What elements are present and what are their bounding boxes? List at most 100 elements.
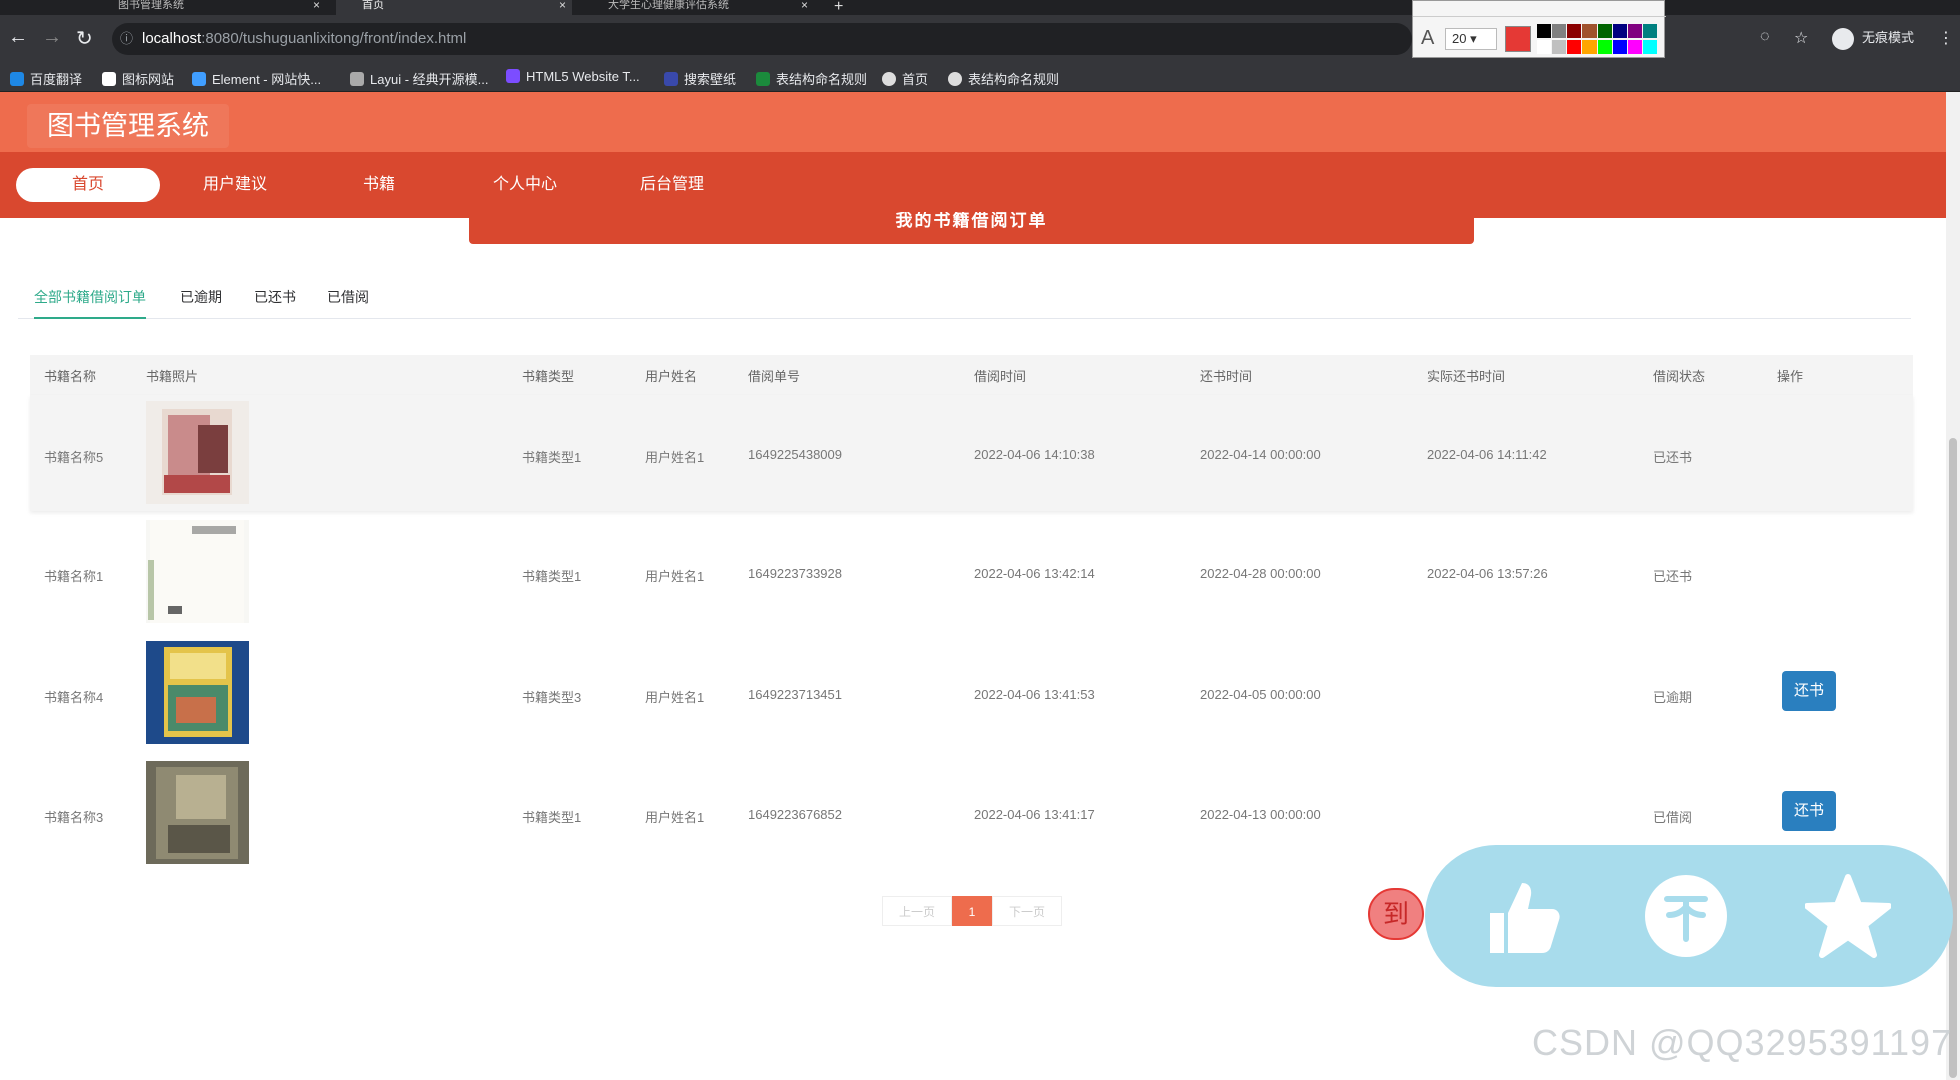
- table-header: 书籍名称 书籍照片 书籍类型 用户姓名 借阅单号 借阅时间 还书时间 实际还书时…: [30, 355, 1913, 395]
- html5-icon: [506, 69, 520, 83]
- col-header: 书籍类型: [522, 369, 575, 384]
- current-color-swatch[interactable]: [1505, 26, 1531, 52]
- tab-label: 大学生心理健康评估系统: [608, 0, 729, 11]
- bookmark-item[interactable]: 搜索壁纸: [664, 69, 736, 88]
- bookmark-item[interactable]: 百度翻译: [10, 69, 82, 88]
- annotation-tool-icons[interactable]: [1413, 1, 1666, 17]
- tab-borrowed[interactable]: 已借阅: [327, 284, 369, 319]
- close-icon[interactable]: ×: [559, 0, 566, 11]
- incognito-indicator[interactable]: 无痕模式: [1832, 24, 1914, 52]
- due-time: 2022-04-28 00:00:00: [1200, 566, 1321, 581]
- globe-icon: [948, 72, 962, 86]
- book-type: 书籍类型1: [522, 569, 582, 584]
- tab-label: 图书管理系统: [118, 0, 184, 11]
- back-icon[interactable]: ←: [8, 26, 28, 49]
- watermark-text: CSDN @QQ3295391197: [1532, 1022, 1953, 1063]
- page-subtitle-bar: 我的书籍借阅订单: [469, 212, 1474, 244]
- actual-return-time: 2022-04-06 14:11:42: [1427, 447, 1547, 462]
- page-subtitle: 我的书籍借阅订单: [895, 212, 1048, 230]
- status-label: 已借阅: [1653, 810, 1693, 825]
- col-header: 借阅单号: [748, 369, 801, 384]
- info-icon[interactable]: ⓘ: [120, 23, 133, 55]
- status-label: 已还书: [1653, 450, 1693, 465]
- star-icon[interactable]: ☆: [1794, 28, 1808, 48]
- floating-badge[interactable]: 到: [1368, 888, 1424, 940]
- col-header: 书籍照片: [146, 369, 199, 384]
- book-cover-image: [146, 761, 249, 864]
- annotation-toolbar: A 20 ▾: [1412, 0, 1666, 58]
- book-type: 书籍类型1: [522, 810, 582, 825]
- incognito-label: 无痕模式: [1862, 30, 1915, 45]
- status-label: 已逾期: [1653, 690, 1693, 705]
- book-type: 书籍类型1: [522, 450, 582, 465]
- browser-tab-strip: 图书管理系统 × 首页 × 大学生心理健康评估系统 × +: [0, 0, 1960, 15]
- site-header: [0, 92, 1946, 152]
- scrollbar-thumb[interactable]: [1949, 438, 1957, 1078]
- forward-icon[interactable]: →: [42, 26, 62, 49]
- nav-suggestions[interactable]: 用户建议: [163, 168, 307, 202]
- bookmark-item[interactable]: Layui - 经典开源模...: [350, 69, 488, 88]
- wallpaper-icon: [664, 72, 678, 86]
- text-tool-icon[interactable]: A: [1421, 27, 1434, 50]
- new-tab-icon[interactable]: +: [834, 0, 843, 16]
- status-label: 已还书: [1653, 569, 1693, 584]
- nav-books[interactable]: 书籍: [307, 168, 451, 202]
- user-name: 用户姓名1: [645, 810, 705, 825]
- prev-page-button[interactable]: 上一页: [882, 896, 952, 926]
- like-coin-favorite-overlay: [1425, 845, 1953, 987]
- borrow-time: 2022-04-06 13:42:14: [974, 566, 1095, 581]
- due-time: 2022-04-05 00:00:00: [1200, 687, 1321, 702]
- book-name: 书籍名称1: [44, 569, 104, 584]
- eye-off-icon[interactable]: ◌: [1760, 28, 1770, 46]
- page-number-button[interactable]: 1: [952, 896, 992, 926]
- book-cover-image: [146, 401, 249, 504]
- site-title: 图书管理系统: [27, 104, 229, 148]
- bookmark-item[interactable]: HTML5 Website T...: [506, 69, 640, 84]
- color-palette[interactable]: [1537, 24, 1657, 54]
- return-book-button[interactable]: 还书: [1782, 671, 1836, 711]
- browser-tab-active[interactable]: 首页 ×: [336, 0, 572, 15]
- browser-tab[interactable]: 大学生心理健康评估系统 ×: [584, 0, 814, 15]
- col-header: 实际还书时间: [1427, 369, 1506, 384]
- sheet-icon: [756, 72, 770, 86]
- actual-return-time: 2022-04-06 13:57:26: [1427, 566, 1548, 581]
- tab-all-orders[interactable]: 全部书籍借阅订单: [34, 284, 146, 319]
- next-page-button[interactable]: 下一页: [992, 896, 1062, 926]
- bookmark-item[interactable]: 首页: [882, 69, 928, 88]
- return-book-button[interactable]: 还书: [1782, 791, 1836, 831]
- nav-admin[interactable]: 后台管理: [600, 168, 744, 202]
- nav-home[interactable]: 首页: [16, 168, 160, 202]
- browser-tab[interactable]: 图书管理系统 ×: [96, 0, 326, 15]
- tab-overdue[interactable]: 已逾期: [180, 284, 222, 319]
- font-size-select[interactable]: 20 ▾: [1445, 28, 1497, 50]
- reload-icon[interactable]: ↻: [76, 26, 93, 51]
- thumbs-up-icon[interactable]: [1480, 873, 1566, 959]
- bookmark-item[interactable]: Element - 网站快...: [192, 69, 321, 88]
- globe-icon: [882, 72, 896, 86]
- book-type: 书籍类型3: [522, 690, 582, 705]
- book-name: 书籍名称4: [44, 690, 104, 705]
- borrow-time: 2022-04-06 13:41:53: [974, 687, 1095, 702]
- menu-icon[interactable]: ⋮: [1938, 28, 1954, 48]
- bookmark-item[interactable]: 图标网站: [102, 69, 174, 88]
- table-row[interactable]: 书籍名称4 书籍类型3 用户姓名1 1649223713451 2022-04-…: [30, 635, 1913, 756]
- user-name: 用户姓名1: [645, 569, 705, 584]
- font-size-value: 20: [1452, 31, 1467, 46]
- close-icon[interactable]: ×: [801, 0, 808, 11]
- coin-icon[interactable]: [1643, 873, 1729, 959]
- url-field[interactable]: ⓘ localhost:8080/tushuguanlixitong/front…: [112, 23, 1412, 55]
- bookmark-icon: [10, 72, 24, 86]
- tab-returned[interactable]: 已还书: [254, 284, 296, 319]
- close-icon[interactable]: ×: [313, 0, 320, 11]
- table-row[interactable]: 书籍名称1 书籍类型1 用户姓名1 1649223733928 2022-04-…: [30, 514, 1913, 635]
- flag-icon: [102, 72, 116, 86]
- table-row[interactable]: 书籍名称5 书籍类型1 用户姓名1 1649225438009 2022-04-…: [30, 395, 1913, 511]
- star-favorite-icon[interactable]: [1805, 873, 1891, 959]
- due-time: 2022-04-13 00:00:00: [1200, 807, 1321, 822]
- col-header: 借阅状态: [1653, 369, 1706, 384]
- user-name: 用户姓名1: [645, 450, 705, 465]
- incognito-icon: [1832, 27, 1854, 50]
- bookmark-item[interactable]: 表结构命名规则: [948, 69, 1059, 88]
- nav-profile[interactable]: 个人中心: [453, 168, 597, 202]
- bookmark-item[interactable]: 表结构命名规则: [756, 69, 867, 88]
